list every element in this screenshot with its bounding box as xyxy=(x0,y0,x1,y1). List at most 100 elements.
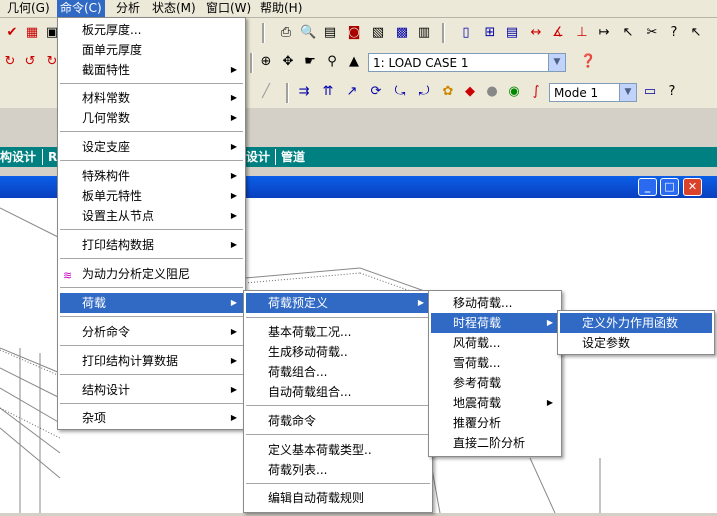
query-icon[interactable]: ❓ xyxy=(580,54,596,70)
menu-item-section-property[interactable]: 截面特性 ▶ xyxy=(60,60,243,80)
menu-item-label: 自动荷载组合... xyxy=(268,385,352,399)
menu-item-print-analysis-data[interactable]: 打印结构计算数据 ▶ xyxy=(60,351,243,371)
menu-item-load-combination[interactable]: 荷载组合... xyxy=(246,362,430,382)
page-icon[interactable]: ▯ xyxy=(458,25,474,41)
moment-z-icon[interactable]: ⤾ xyxy=(416,84,432,100)
menu-item-plate-thickness[interactable]: 板元厚度... xyxy=(60,20,243,40)
maximize-icon[interactable]: □ xyxy=(660,178,679,196)
menu-item-generate-moving-load[interactable]: 生成移动荷载.. xyxy=(246,342,430,362)
menu-item-time-history-load[interactable]: 时程荷载 ▶ xyxy=(431,313,559,333)
menu-item-load-list[interactable]: 荷载列表... xyxy=(246,460,430,480)
force-y-icon[interactable]: ⇈ xyxy=(320,84,336,100)
minimize-icon[interactable]: _ xyxy=(638,178,657,196)
moment-y-icon[interactable]: ⤿ xyxy=(392,84,408,100)
menu-item-supports[interactable]: 设定支座 ▶ xyxy=(60,137,243,157)
close-icon[interactable]: ✕ xyxy=(683,178,702,196)
chevron-down-icon[interactable]: ▼ xyxy=(619,84,636,101)
distance-icon[interactable]: ↦ xyxy=(596,25,612,41)
print-preview-icon[interactable]: 🔍 xyxy=(300,25,316,41)
table-icon[interactable]: ▤ xyxy=(504,25,520,41)
menu-item-load-predefinition[interactable]: 荷载预定义 ▶ xyxy=(246,293,430,313)
rotate-icon[interactable]: ↻ xyxy=(2,54,18,70)
menu-item-pushover-analysis[interactable]: 推覆分析 xyxy=(431,413,559,433)
menu-item-snow-load[interactable]: 雪荷载... xyxy=(431,353,559,373)
tab-structure-design[interactable]: 构设计 xyxy=(0,147,36,167)
tab-design[interactable]: 设计 xyxy=(246,147,270,167)
mode-select[interactable]: Mode 1 ▼ xyxy=(549,83,637,102)
menu-item-loads[interactable]: 荷载 ▶ xyxy=(60,293,243,313)
context-help-icon[interactable]: ↖ xyxy=(688,25,704,41)
menu-item-define-load-types[interactable]: 定义基本荷载类型.. xyxy=(246,440,430,460)
select-icon[interactable]: ☛ xyxy=(302,54,318,70)
label-icon[interactable]: ⊞ xyxy=(482,25,498,41)
menu-item-define-forcing-function[interactable]: 定义外力作用函数 xyxy=(560,313,712,333)
menu-item-edit-auto-load-rules[interactable]: 编辑自动荷载规则 xyxy=(246,488,430,508)
menu-item-plate-properties[interactable]: 板单元特性 ▶ xyxy=(60,186,243,206)
menu-analysis[interactable]: 分析 xyxy=(113,0,143,17)
load-predefinition-submenu: 移动荷载... 时程荷载 ▶ 风荷载... 雪荷载... 参考荷载 地震荷载 ▶ 推… xyxy=(428,290,562,457)
menu-item-primary-load-cases[interactable]: 基本荷载工况... xyxy=(246,322,430,342)
menu-item-wind-load[interactable]: 风荷载... xyxy=(431,333,559,353)
angle-icon[interactable]: ∡ xyxy=(550,25,566,41)
animate-icon[interactable]: ▭ xyxy=(642,84,658,100)
zoom-icon[interactable]: ⊕ xyxy=(258,54,274,70)
menu-item-geometry-constants[interactable]: 几何常数 ▶ xyxy=(60,108,243,128)
magnifier-icon[interactable]: ⚲ xyxy=(324,54,340,70)
line-icon[interactable]: ╱ xyxy=(258,84,274,100)
load-case-select[interactable]: 1: LOAD CASE 1 ▼ xyxy=(368,53,566,72)
camera-icon[interactable]: ◙ xyxy=(346,25,362,41)
scissor-icon[interactable]: ✂ xyxy=(644,25,660,41)
chevron-down-icon[interactable]: ▼ xyxy=(548,54,565,71)
chevron-right-icon: ▶ xyxy=(230,327,237,336)
moment-x-icon[interactable]: ⟳ xyxy=(368,84,384,100)
calculator-icon[interactable]: ▦ xyxy=(24,25,40,41)
stress-icon[interactable]: ✿ xyxy=(440,84,456,100)
menu-item-master-slave[interactable]: 设置主从节点 ▶ xyxy=(60,206,243,226)
pan-icon[interactable]: ✥ xyxy=(280,54,296,70)
menu-command[interactable]: 命令(C) xyxy=(57,0,105,17)
menu-status[interactable]: 状态(M) xyxy=(149,0,199,17)
menu-item-auto-load-combination[interactable]: 自动荷载组合... xyxy=(246,382,430,402)
tab-piping[interactable]: 管道 xyxy=(281,147,305,167)
menu-item-label: 设定参数 xyxy=(582,336,631,350)
node-icon[interactable]: ⊥ xyxy=(574,25,590,41)
menu-item-miscellaneous[interactable]: 杂项 ▶ xyxy=(60,408,243,428)
menu-item-reference-load[interactable]: 参考荷载 xyxy=(431,373,559,393)
menu-item-analysis-command[interactable]: 分析命令 ▶ xyxy=(60,322,243,342)
menu-item-structural-design[interactable]: 结构设计 ▶ xyxy=(60,380,243,400)
solid-icon[interactable]: ● xyxy=(484,84,500,100)
menu-item-load-command[interactable]: 荷载命令 xyxy=(246,411,430,431)
disk-icon[interactable]: ▩ xyxy=(394,25,410,41)
help-icon[interactable]: ? xyxy=(666,25,682,41)
force-z-icon[interactable]: ↗ xyxy=(344,84,360,100)
print-setup-icon[interactable]: ▤ xyxy=(322,25,338,41)
rotate-x-icon[interactable]: ↺ xyxy=(22,54,38,70)
menu-geometry[interactable]: 几何(G) xyxy=(4,0,53,17)
menu-item-surface-thickness[interactable]: 面单元厚度 xyxy=(60,40,243,60)
menu-item-set-parameters[interactable]: 设定参数 xyxy=(560,333,712,353)
plate-icon[interactable]: ◆ xyxy=(462,84,478,100)
menu-item-direct-second-order[interactable]: 直接二阶分析 xyxy=(431,433,559,453)
deflection-icon[interactable]: ◉ xyxy=(506,84,522,100)
menu-item-seismic-load[interactable]: 地震荷载 ▶ xyxy=(431,393,559,413)
chevron-right-icon: ▶ xyxy=(230,142,237,151)
menu-item-print-structure-data[interactable]: 打印结构数据 ▶ xyxy=(60,235,243,255)
menu-item-moving-load[interactable]: 移动荷载... xyxy=(431,293,559,313)
tab-r[interactable]: R xyxy=(48,147,57,167)
menu-window[interactable]: 窗口(W) xyxy=(203,0,254,17)
dynamic-zoom-icon[interactable]: ▲ xyxy=(346,54,362,70)
print-icon[interactable]: ⎙ xyxy=(278,25,294,41)
menu-help[interactable]: 帮助(H) xyxy=(257,0,305,17)
force-x-icon[interactable]: ⇉ xyxy=(296,84,312,100)
pointer-icon[interactable]: ↖ xyxy=(620,25,636,41)
dimension-icon[interactable]: ↔ xyxy=(528,25,544,41)
export-icon[interactable]: ▥ xyxy=(416,25,432,41)
menu-item-special-members[interactable]: 特殊构件 ▶ xyxy=(60,166,243,186)
check-icon[interactable]: ✔ xyxy=(4,25,20,41)
menu-item-label: 设定支座 xyxy=(82,140,131,154)
menu-item-damping[interactable]: ≋ 为动力分析定义阻尼 xyxy=(60,264,243,284)
menu-item-material-constants[interactable]: 材料常数 ▶ xyxy=(60,88,243,108)
report-icon[interactable]: ▧ xyxy=(370,25,386,41)
mode-shape-icon[interactable]: ∫ xyxy=(528,84,544,100)
help-icon[interactable]: ? xyxy=(664,84,680,100)
